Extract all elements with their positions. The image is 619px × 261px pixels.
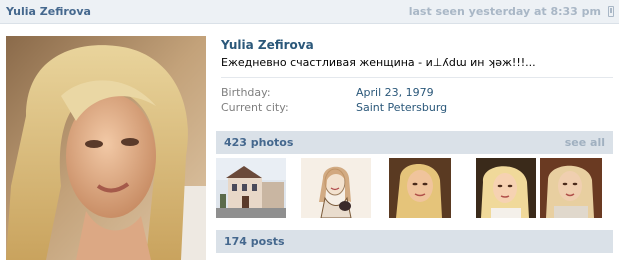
field-label: Birthday: [221,86,271,99]
profile-info: Yulia Zefirova Ежедневно счастливая женщ… [221,38,613,78]
photos-strip [216,158,613,222]
photo-thumbnail-portrait[interactable] [386,158,456,218]
see-all-link[interactable]: see all [565,136,605,149]
field-label: Current city: [221,101,289,114]
photos-section-header[interactable]: 423 photos see all [216,131,613,154]
profile-header-bar: Yulia Zefirova last seen yesterday at 8:… [0,0,619,24]
photo-thumbnail-building[interactable] [216,158,286,218]
profile-avatar[interactable] [6,36,206,260]
profile-full-name: Yulia Zefirova [221,38,314,52]
photos-count-title[interactable]: 423 photos [224,136,293,149]
field-value-link[interactable]: Saint Petersburg [356,101,447,114]
info-divider [221,77,613,78]
posts-count-title[interactable]: 174 posts [224,235,285,248]
photo-thumbnail-portrait[interactable] [536,158,606,218]
photo-thumbnail-portrait[interactable] [471,158,541,218]
posts-section-header[interactable]: 174 posts [216,230,613,253]
field-value-link[interactable]: April 23, 1979 [356,86,434,99]
header-user-name[interactable]: Yulia Zefirova [6,5,91,18]
photo-thumbnail-drawing[interactable] [301,158,371,218]
last-seen-status: last seen yesterday at 8:33 pm [408,5,601,18]
mobile-phone-icon [608,6,614,17]
profile-status-text[interactable]: Ежедневно счастливая женщина - и⊥ʎdɯ ин … [221,56,613,71]
